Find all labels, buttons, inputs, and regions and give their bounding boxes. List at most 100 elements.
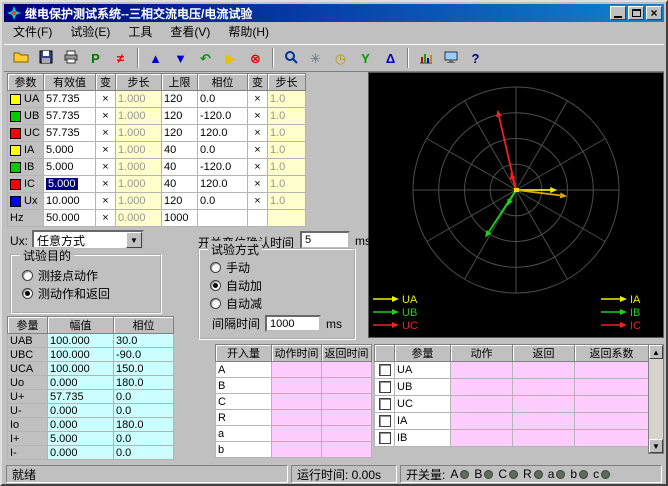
- menu-item-tools[interactable]: 工具: [119, 22, 161, 42]
- result-table-scrollbar[interactable]: ▲ ▼: [648, 344, 664, 454]
- open-button[interactable]: [8, 46, 33, 70]
- vary-toggle[interactable]: ×: [248, 108, 268, 125]
- checkbox[interactable]: [379, 381, 391, 393]
- return-ratio-cell: [575, 396, 649, 413]
- param-value-cell[interactable]: 5.000: [44, 142, 96, 159]
- harmonic-button[interactable]: [413, 46, 438, 70]
- delta-button[interactable]: Δ: [378, 46, 403, 70]
- column-header: 变: [248, 74, 268, 91]
- checkbox[interactable]: [379, 432, 391, 444]
- phase-cell[interactable]: -120.0: [198, 108, 248, 125]
- vary-toggle[interactable]: ×: [96, 108, 116, 125]
- vary-toggle[interactable]: ×: [96, 210, 116, 227]
- mode-option-0[interactable]: 手动: [210, 258, 354, 276]
- purpose-option-0[interactable]: 测接点动作: [22, 266, 160, 284]
- scroll-up-button[interactable]: ▲: [649, 345, 663, 359]
- menu-item-file[interactable]: 文件(F): [4, 22, 61, 42]
- zoom-button[interactable]: [278, 46, 303, 70]
- switch-name: b: [570, 467, 577, 481]
- param-value-cell[interactable]: 57.735: [44, 91, 96, 108]
- run-button[interactable]: ▶: [218, 46, 243, 70]
- clock-button[interactable]: ◷: [328, 46, 353, 70]
- vary-toggle[interactable]: ×: [248, 91, 268, 108]
- radio-icon[interactable]: [210, 262, 221, 273]
- param-value-cell[interactable]: 10.000: [44, 193, 96, 210]
- vary-toggle[interactable]: ×: [248, 193, 268, 210]
- limit-cell[interactable]: 120: [162, 108, 198, 125]
- step-up-button[interactable]: ▲: [143, 46, 168, 70]
- limit-cell[interactable]: 120: [162, 193, 198, 210]
- switch-name: R: [523, 467, 532, 481]
- vary-toggle[interactable]: ×: [96, 193, 116, 210]
- help-button[interactable]: ?: [463, 46, 488, 70]
- radio-icon[interactable]: [210, 298, 221, 309]
- panel-button[interactable]: [438, 46, 463, 70]
- close-button[interactable]: ×: [646, 6, 662, 20]
- menu-item-help[interactable]: 帮助(H): [219, 22, 278, 42]
- vary-toggle[interactable]: ×: [96, 159, 116, 176]
- checkbox[interactable]: [379, 398, 391, 410]
- vary-toggle[interactable]: ×: [248, 125, 268, 142]
- vary-toggle[interactable]: ×: [96, 142, 116, 159]
- mode-option-1[interactable]: 自动加: [210, 276, 354, 294]
- param-value-cell[interactable]: 5.000: [44, 159, 96, 176]
- vary-toggle[interactable]: [248, 210, 268, 227]
- p-wave-button[interactable]: P: [83, 46, 108, 70]
- stop-button[interactable]: ⊗: [243, 46, 268, 70]
- step-down-button[interactable]: ▼: [168, 46, 193, 70]
- action-time-cell: [272, 410, 322, 426]
- chevron-down-icon[interactable]: ▼: [126, 232, 142, 248]
- wye-button[interactable]: Y: [353, 46, 378, 70]
- reset-button[interactable]: ↶: [193, 46, 218, 70]
- phase-cell[interactable]: 0.0: [198, 91, 248, 108]
- vary-toggle[interactable]: ×: [96, 91, 116, 108]
- title-bar[interactable]: 继电保护测试系统--三相交流电压/电流试验 ×: [4, 4, 664, 22]
- radio-selected-icon[interactable]: [22, 288, 33, 299]
- result-name-cell: UA: [395, 362, 451, 379]
- phase-cell[interactable]: [198, 210, 248, 227]
- print-button[interactable]: [58, 46, 83, 70]
- confirm-time-input[interactable]: 5: [300, 231, 350, 249]
- purpose-option-label: 测动作和返回: [38, 285, 110, 302]
- vary-toggle[interactable]: ×: [96, 125, 116, 142]
- param-value-cell[interactable]: 57.735: [44, 108, 96, 125]
- switch-indicator-c: c: [593, 467, 610, 481]
- color-swatch: [10, 94, 21, 105]
- param-value-cell[interactable]: 50.000: [44, 210, 96, 227]
- interval-input[interactable]: 1000: [265, 315, 321, 332]
- checkbox[interactable]: [379, 364, 391, 376]
- param-value-edit-cell[interactable]: 5.000: [44, 176, 96, 193]
- limit-cell[interactable]: 120: [162, 91, 198, 108]
- limit-cell[interactable]: 40: [162, 142, 198, 159]
- phase-cell[interactable]: 120.0: [198, 125, 248, 142]
- param-value-cell[interactable]: 57.735: [44, 125, 96, 142]
- color-swatch: [10, 111, 21, 122]
- phase-cell[interactable]: 0.0: [198, 193, 248, 210]
- checkbox[interactable]: [379, 415, 391, 427]
- limit-cell[interactable]: 40: [162, 159, 198, 176]
- limit-cell[interactable]: 40: [162, 176, 198, 193]
- phase-cell[interactable]: -120.0: [198, 159, 248, 176]
- scroll-down-button[interactable]: ▼: [649, 439, 663, 453]
- radio-icon[interactable]: [22, 270, 33, 281]
- purpose-option-1[interactable]: 测动作和返回: [22, 284, 160, 302]
- vary-toggle[interactable]: ×: [96, 176, 116, 193]
- minimize-button[interactable]: [610, 6, 626, 20]
- vary-toggle[interactable]: ×: [248, 142, 268, 159]
- mode-option-2[interactable]: 自动减: [210, 294, 354, 312]
- limit-cell[interactable]: 1000: [162, 210, 198, 227]
- param-row-Ux: Ux10.000×1.0001200.0×1.0: [8, 193, 306, 210]
- menu-item-view[interactable]: 查看(V): [161, 22, 219, 42]
- phase-cell[interactable]: 120.0: [198, 176, 248, 193]
- phasor-button[interactable]: ✳: [303, 46, 328, 70]
- save-button[interactable]: [33, 46, 58, 70]
- phase-cell[interactable]: 0.0: [198, 142, 248, 159]
- limit-cell[interactable]: 120: [162, 125, 198, 142]
- menu-item-test[interactable]: 试验(E): [61, 22, 119, 42]
- hold-output-button[interactable]: ≠: [108, 46, 133, 70]
- param-name-label: IA: [24, 144, 34, 156]
- vary-toggle[interactable]: ×: [248, 176, 268, 193]
- maximize-button[interactable]: [628, 6, 644, 20]
- radio-selected-icon[interactable]: [210, 280, 221, 291]
- vary-toggle[interactable]: ×: [248, 159, 268, 176]
